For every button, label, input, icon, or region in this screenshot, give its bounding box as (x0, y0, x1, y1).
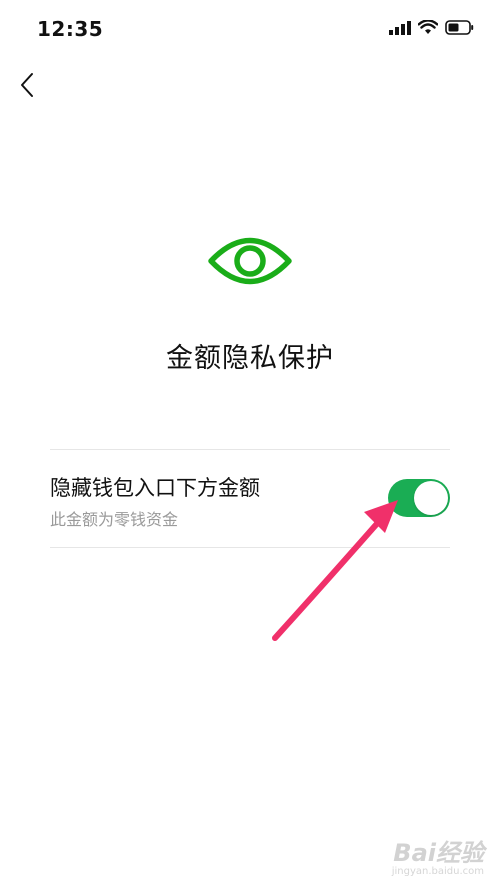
privacy-settings-screen: 12:35 金额隐私保护 隐藏钱包入口下方金额 此金额为零钱资金 Bai经验 j… (0, 0, 500, 889)
setting-row-hide-wallet-amount: 隐藏钱包入口下方金额 此金额为零钱资金 (50, 450, 450, 547)
page-title: 金额隐私保护 (166, 343, 334, 374)
battery-icon (445, 20, 474, 35)
setting-label: 隐藏钱包入口下方金额 (50, 476, 260, 500)
toggle-knob (414, 481, 448, 515)
status-icons (389, 20, 474, 35)
status-bar: 12:35 (0, 0, 500, 60)
watermark-url: jingyan.baidu.com (391, 866, 484, 877)
setting-description: 此金额为零钱资金 (50, 510, 179, 529)
hide-amount-toggle[interactable] (388, 479, 450, 517)
back-button[interactable] (12, 68, 42, 102)
annotation-arrow (272, 500, 398, 641)
wifi-icon (418, 20, 438, 34)
watermark: Bai经验 jingyan.baidu.com (392, 833, 484, 877)
eye-icon (208, 237, 292, 285)
divider-bottom (50, 547, 450, 548)
status-time: 12:35 (37, 17, 104, 41)
watermark-logo: Bai经验 (393, 839, 484, 867)
chevron-left-icon (21, 73, 33, 97)
signal-icon (389, 20, 411, 35)
